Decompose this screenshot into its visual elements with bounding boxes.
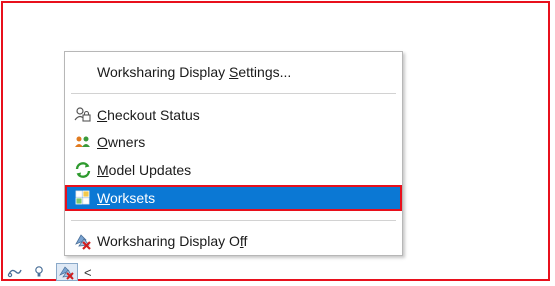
- menu-item-label: Worksets: [97, 190, 156, 206]
- menu-item-model-updates[interactable]: Model Updates: [66, 158, 401, 182]
- menu-item-worksharing-display-settings[interactable]: Worksharing Display Settings...: [66, 60, 401, 84]
- menu-item-label: Checkout Status: [97, 107, 200, 123]
- menu-item-worksharing-display-off[interactable]: Worksharing Display Off: [66, 229, 401, 253]
- menu-item-label: Worksharing Display Off: [97, 233, 248, 249]
- menu-separator: [71, 93, 396, 94]
- collapse-chevron-icon[interactable]: <: [84, 265, 92, 280]
- menu-item-label: Owners: [97, 134, 146, 150]
- menu-item-owners[interactable]: Owners: [66, 130, 401, 154]
- link-icon[interactable]: [6, 263, 24, 281]
- menu-item-checkout-status[interactable]: Checkout Status: [66, 103, 401, 127]
- worksharing-display-menu: Worksharing Display Settings... Checkout…: [64, 51, 403, 256]
- worksharing-display-off-icon: [74, 232, 92, 250]
- worksets-icon: [74, 189, 92, 207]
- checkout-status-icon: [74, 106, 92, 124]
- menu-item-label: Model Updates: [97, 162, 192, 178]
- bulb-icon[interactable]: [30, 263, 48, 281]
- owners-icon: [74, 133, 92, 151]
- menu-separator: [71, 220, 396, 221]
- status-bar: <: [0, 263, 555, 281]
- menu-item-label: Worksharing Display Settings...: [97, 64, 292, 80]
- model-updates-icon: [74, 161, 92, 179]
- worksharing-display-icon[interactable]: [56, 263, 78, 281]
- menu-item-worksets[interactable]: Worksets: [65, 185, 402, 211]
